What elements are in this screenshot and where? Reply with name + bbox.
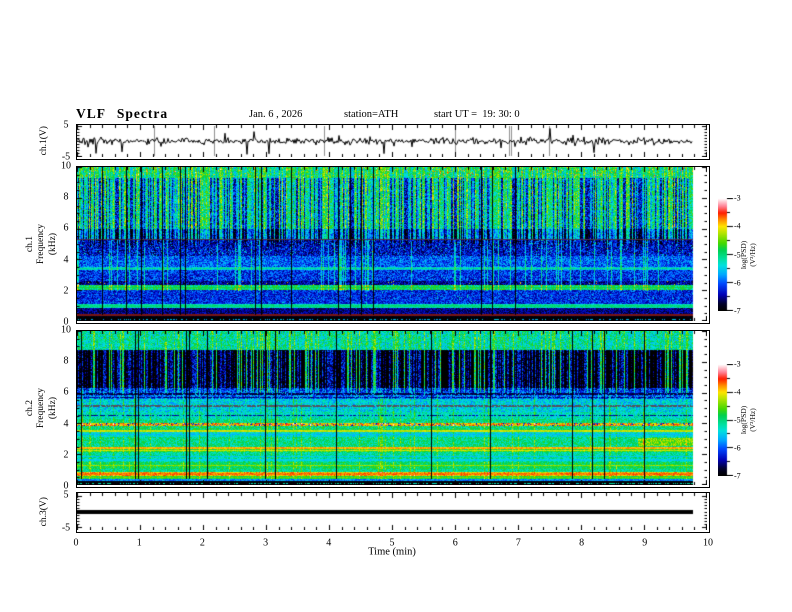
colorbar-ch1-label-text: log(PSD)(V²/Hz): [739, 240, 757, 269]
colorbar-ch2-tick-label: -3: [734, 359, 741, 369]
time-xtick-label: 7: [515, 537, 521, 549]
time-xtick-label: 0: [73, 537, 79, 549]
colorbar-ch1-tick-label: -4: [734, 221, 741, 231]
ch2-spectrogram-canvas: [77, 331, 707, 485]
ch1-wave-ytick-label: 5: [63, 119, 69, 131]
ch2-spec-ytick-label: 2: [63, 449, 69, 461]
colorbar-ch2-tick-label: -5: [734, 415, 741, 425]
ch1-spectrogram-canvas: [77, 167, 707, 321]
vlf-spectra-figure: VLF Spectra Jan. 6 , 2026 station=ATH st…: [0, 0, 792, 612]
ch1-frequency-axis-label: ch.1 Frequency (kHz): [24, 166, 58, 322]
start-ut-label: start UT = 19: 30: 0: [434, 109, 520, 120]
ch2-spec-ytick-label: 4: [63, 418, 69, 430]
colorbar-ch2: [718, 364, 734, 481]
colorbar-ch1-tick-label: -6: [734, 278, 741, 288]
ch2-spec-ytick-label: 10: [61, 324, 71, 336]
figure-title: VLF Spectra: [76, 106, 169, 121]
ch2-frequency-axis-label: ch.2 Frequency (kHz): [24, 330, 58, 486]
ch2-spectrogram-panel: [76, 330, 710, 488]
ch1-voltage-axis-label: ch.1(V): [34, 124, 56, 158]
date-label: Jan. 6 , 2026: [249, 109, 303, 120]
ch1-spec-ytick-label: 6: [63, 222, 69, 234]
time-xtick-label: 4: [326, 537, 332, 549]
ch3-wave-ytick-label: -5: [61, 522, 71, 534]
ch3-voltage-axis-label-text: ch.3(V): [39, 496, 50, 527]
ch1-waveform-canvas: [77, 125, 707, 157]
ch3-waveform-panel: [76, 492, 710, 533]
time-xtick-label: 2: [199, 537, 205, 549]
time-xtick-label: 1: [136, 537, 142, 549]
ch1-waveform-panel: [76, 124, 710, 160]
colorbar-ch1-tick-label: -5: [734, 250, 741, 259]
time-xtick-label: 8: [579, 537, 585, 549]
ch2-spec-ytick-label: 8: [63, 355, 69, 367]
colorbar-ch2-label: log(PSD)(V²/Hz): [739, 364, 757, 476]
ch3-voltage-axis-label: ch.3(V): [34, 492, 56, 531]
ch1-spec-ytick-label: 8: [63, 191, 69, 203]
colorbar-ch2-tick-label: -7: [734, 471, 741, 481]
ch1-spectrogram-panel: [76, 166, 710, 324]
colorbar-ch1: [718, 198, 734, 316]
ch1-spec-ytick-label: 2: [63, 285, 69, 297]
ch2-spec-ytick-label: 0: [63, 480, 69, 492]
ch1-voltage-axis-label-text: ch.1(V): [39, 126, 50, 156]
colorbar-ch1-tick-label: -3: [734, 193, 741, 203]
colorbar-ch2-tick-label: -6: [734, 443, 741, 453]
ch1-frequency-axis-label-text: ch.1 Frequency (kHz): [24, 223, 58, 265]
time-xtick-label: 10: [703, 537, 713, 549]
ch1-spec-ytick-label: 10: [61, 160, 71, 172]
time-xtick-label: 9: [642, 537, 648, 549]
ch2-frequency-axis-label-text: ch.2 Frequency (kHz): [24, 387, 58, 429]
time-xtick-label: 5: [389, 537, 395, 549]
colorbar-ch1-label: log(PSD)(V²/Hz): [739, 198, 757, 311]
ch3-waveform-canvas: [77, 493, 707, 530]
colorbar-ch1-tick-label: -7: [734, 306, 741, 316]
colorbar-ch2-tick-label: -4: [734, 387, 741, 397]
time-xtick-label: 6: [452, 537, 458, 549]
ch1-spec-ytick-label: 4: [63, 254, 69, 266]
time-xtick-label: 3: [263, 537, 269, 549]
colorbar-ch2-label-text: log(PSD)(V²/Hz): [739, 405, 757, 435]
ch2-spec-ytick-label: 6: [63, 386, 69, 398]
colorbar-ch1-canvas: [718, 198, 734, 311]
colorbar-ch2-canvas: [718, 364, 734, 476]
station-label: station=ATH: [344, 109, 399, 120]
